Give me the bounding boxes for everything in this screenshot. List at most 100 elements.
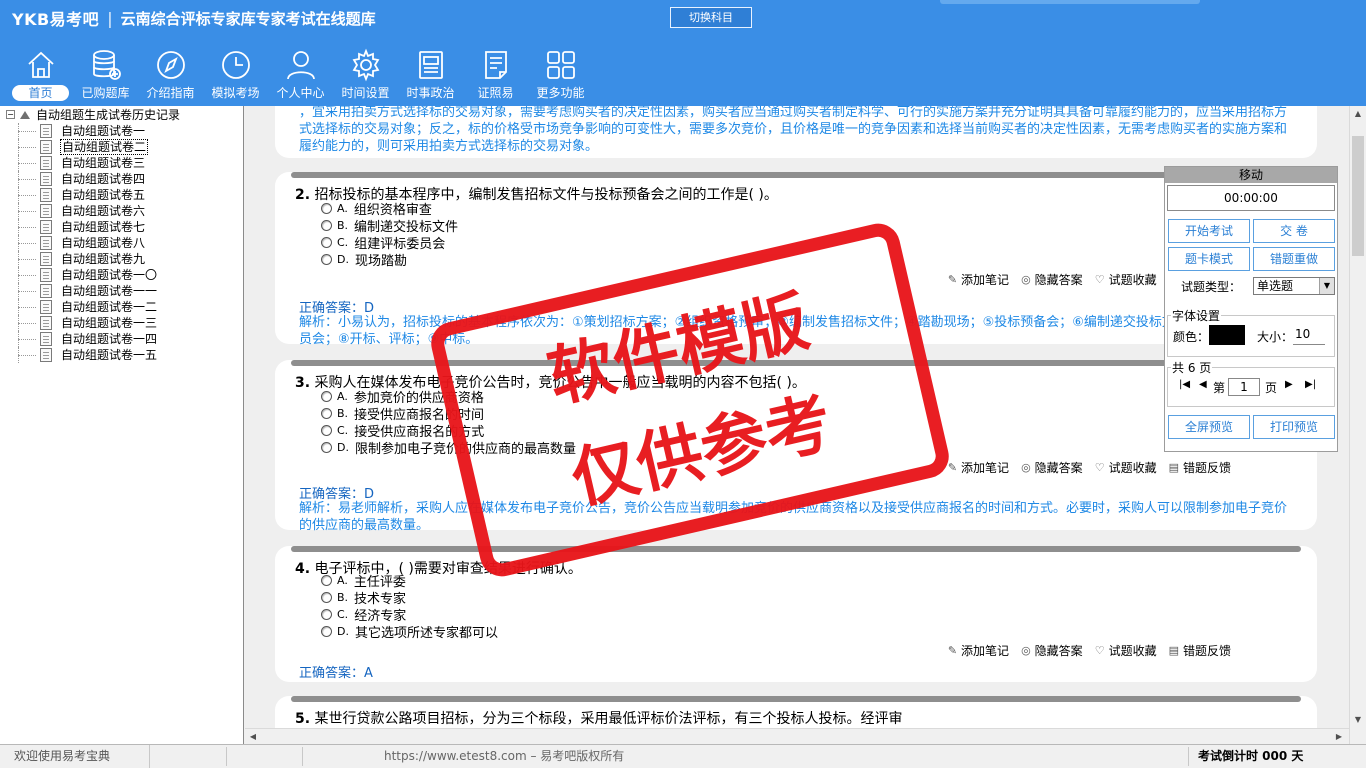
scroll-left-icon[interactable]: ◀: [245, 729, 261, 745]
favorite-button[interactable]: ♡ 试题收藏: [1095, 642, 1157, 659]
tree-item[interactable]: 自动组题试卷八: [0, 235, 158, 251]
status-divider: [1188, 747, 1189, 766]
hide-answer-button[interactable]: ◎ 隐藏答案: [1021, 459, 1083, 476]
tree-item[interactable]: 自动组题试卷一〇: [0, 267, 158, 283]
nav-license[interactable]: 证照易: [463, 48, 528, 104]
wrong-redo-button[interactable]: 错题重做: [1253, 247, 1335, 271]
status-divider: [226, 747, 227, 766]
nav-current-affairs[interactable]: 时事政治: [398, 48, 463, 104]
radio[interactable]: [321, 442, 332, 453]
card-mode-button[interactable]: 题卡模式: [1168, 247, 1250, 271]
scroll-thumb[interactable]: [1352, 136, 1364, 256]
last-page-icon[interactable]: ▶|: [1305, 379, 1316, 390]
nav-guide[interactable]: 介绍指南: [138, 48, 203, 104]
radio[interactable]: [321, 609, 332, 620]
feedback-button[interactable]: ▤错题反馈: [1169, 459, 1231, 476]
submit-exam-button[interactable]: 交 卷: [1253, 219, 1335, 243]
tree-item[interactable]: 自动组题试卷三: [0, 155, 158, 171]
tree-item[interactable]: 自动组题试卷一四: [0, 331, 158, 347]
radio[interactable]: [321, 408, 332, 419]
nav-purchased[interactable]: 已购题库: [73, 48, 138, 104]
nav-more[interactable]: 更多功能: [528, 48, 593, 104]
tree-item[interactable]: 自动组题试卷一: [0, 123, 158, 139]
document-icon: [40, 252, 52, 266]
add-note-button[interactable]: ✎ 添加笔记: [948, 459, 1009, 476]
radio[interactable]: [321, 391, 332, 402]
document-icon: [40, 284, 52, 298]
nav-personal[interactable]: 个人中心: [268, 48, 333, 104]
radio[interactable]: [321, 203, 332, 214]
first-page-icon[interactable]: |◀: [1179, 379, 1190, 390]
document-icon: [40, 188, 52, 202]
option-letter: C.: [337, 608, 349, 621]
font-size-input[interactable]: 10: [1293, 327, 1325, 345]
document-icon: [40, 124, 52, 138]
radio[interactable]: [321, 592, 332, 603]
horizontal-scrollbar[interactable]: ◀ ▶: [245, 728, 1349, 744]
collapse-icon[interactable]: −: [6, 110, 15, 119]
page-number-input[interactable]: 1: [1228, 378, 1260, 396]
next-page-icon[interactable]: ▶: [1285, 379, 1293, 390]
vertical-scrollbar[interactable]: ▲ ▼: [1349, 106, 1366, 744]
tree-item-label: 自动组题试卷一: [61, 124, 146, 138]
favorite-button[interactable]: ♡ 试题收藏: [1095, 271, 1157, 288]
radio[interactable]: [321, 237, 332, 248]
option-d[interactable]: D. 其它选项所述专家都可以: [321, 622, 498, 641]
scroll-right-icon[interactable]: ▶: [1331, 729, 1347, 745]
radio[interactable]: [321, 220, 332, 231]
tree-root[interactable]: − 自动组题生成试卷历史记录: [6, 107, 180, 122]
option-letter: D.: [337, 441, 349, 454]
font-color-picker[interactable]: [1209, 325, 1245, 345]
tree-item[interactable]: 自动组题试卷一一: [0, 283, 158, 299]
action-label: 隐藏答案: [1034, 273, 1083, 287]
tree-item-label: 自动组题试卷四: [61, 172, 146, 186]
tree-root-label: 自动组题生成试卷历史记录: [36, 108, 181, 122]
card-divider: [291, 360, 1301, 366]
option-text: 限制参加电子竞价的供应商的最高数量: [354, 442, 576, 457]
hide-answer-button[interactable]: ◎ 隐藏答案: [1021, 271, 1083, 288]
tree-item[interactable]: 自动组题试卷二: [0, 139, 158, 155]
document-icon: [40, 268, 52, 282]
add-note-button[interactable]: ✎ 添加笔记: [948, 642, 1009, 659]
tree-guide: [18, 339, 36, 340]
feedback-button[interactable]: ▤错题反馈: [1169, 642, 1231, 659]
start-exam-button[interactable]: 开始考试: [1168, 219, 1250, 243]
favorite-button[interactable]: ♡ 试题收藏: [1095, 459, 1157, 476]
nav-label: 已购题库: [81, 86, 130, 100]
tree-item[interactable]: 自动组题试卷九: [0, 251, 158, 267]
tree-item[interactable]: 自动组题试卷一五: [0, 347, 158, 363]
nav-home[interactable]: 首页: [8, 48, 73, 104]
scroll-up-icon[interactable]: ▲: [1350, 106, 1366, 122]
print-preview-button[interactable]: 打印预览: [1253, 415, 1335, 439]
prev-page-icon[interactable]: ◀: [1199, 379, 1207, 390]
tree-item[interactable]: 自动组题试卷一二: [0, 299, 158, 315]
scroll-down-icon[interactable]: ▼: [1350, 712, 1366, 728]
tree-item[interactable]: 自动组题试卷七: [0, 219, 158, 235]
option-d[interactable]: D. 现场踏勘: [321, 250, 407, 269]
action-label: 添加笔记: [961, 273, 1010, 287]
switch-subject-button[interactable]: 切换科目: [670, 7, 752, 28]
add-note-button[interactable]: ✎ 添加笔记: [948, 271, 1009, 288]
option-letter: B.: [337, 407, 349, 420]
grid-icon: [546, 51, 575, 79]
question-type-select[interactable]: 单选题 ▼: [1253, 277, 1335, 295]
nav-mock-exam[interactable]: 模拟考场: [203, 48, 268, 104]
tree-item-label: 自动组题试卷一五: [61, 348, 158, 362]
radio[interactable]: [321, 425, 332, 436]
question-number: 4.: [295, 561, 311, 577]
tree-guide: [18, 227, 36, 228]
fullscreen-preview-button[interactable]: 全屏预览: [1168, 415, 1250, 439]
tree-item[interactable]: 自动组题试卷五: [0, 187, 158, 203]
tree-item[interactable]: 自动组题试卷六: [0, 203, 158, 219]
heart-icon: ♡: [1094, 273, 1105, 286]
hide-answer-button[interactable]: ◎ 隐藏答案: [1021, 642, 1083, 659]
tree-item[interactable]: 自动组题试卷四: [0, 171, 158, 187]
nav-time-settings[interactable]: 时间设置: [333, 48, 398, 104]
tree-item[interactable]: 自动组题试卷一三: [0, 315, 158, 331]
panel-move-handle[interactable]: 移动: [1165, 167, 1337, 183]
document-icon: [40, 332, 52, 346]
radio[interactable]: [321, 626, 332, 637]
radio[interactable]: [321, 575, 332, 586]
radio[interactable]: [321, 254, 332, 265]
option-d[interactable]: D. 限制参加电子竞价的供应商的最高数量: [321, 438, 576, 457]
